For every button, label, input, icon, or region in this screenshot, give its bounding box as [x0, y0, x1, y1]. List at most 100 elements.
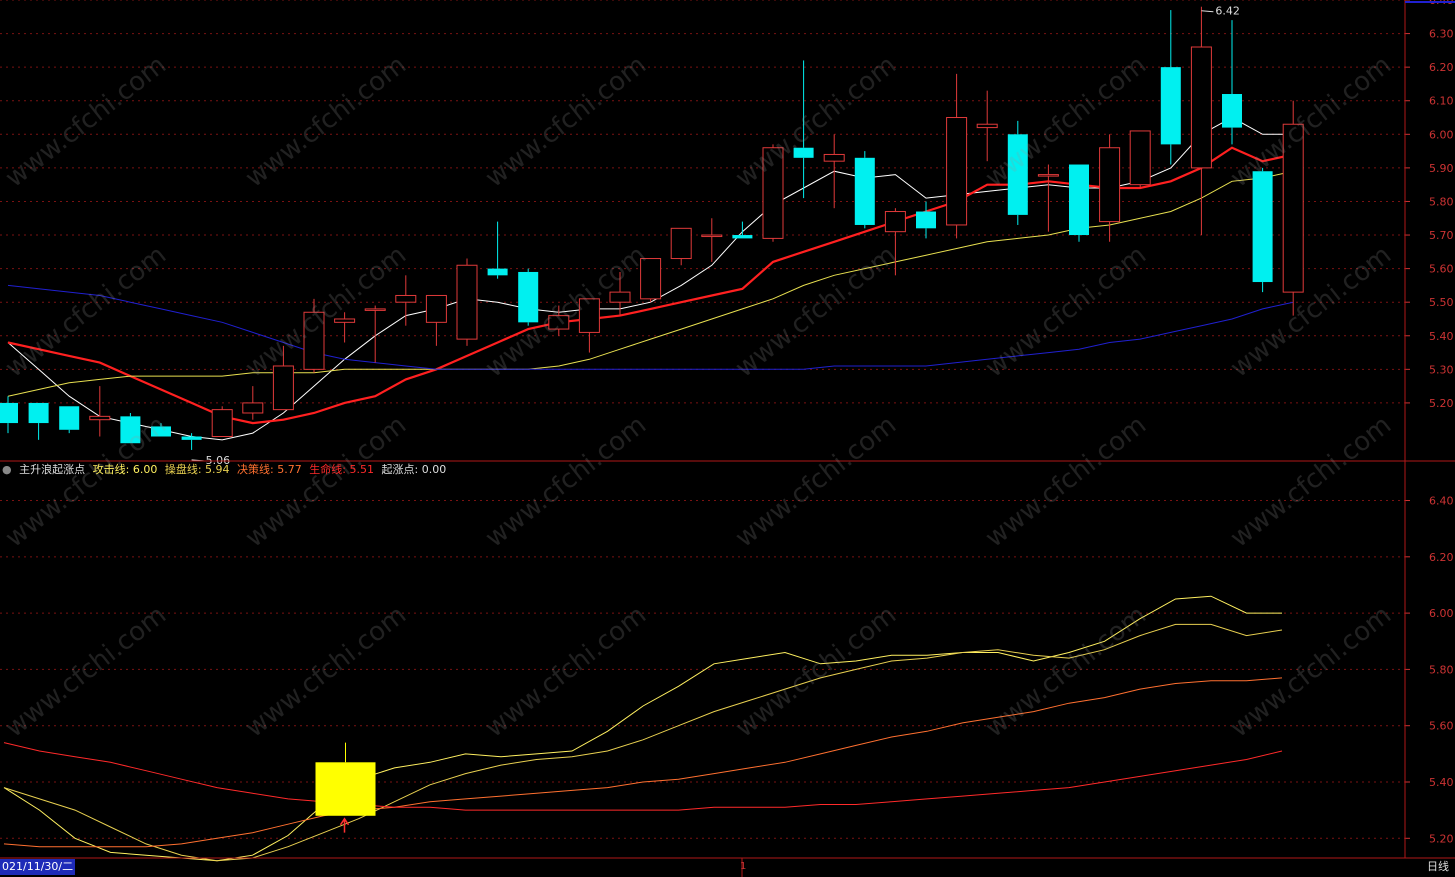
candle-body-up [946, 117, 968, 226]
annotation-label: 6.42 [1215, 5, 1240, 18]
main-tick-label: 5.80 [1429, 195, 1454, 208]
candle-body-up [578, 298, 600, 333]
candle-body-down [120, 416, 141, 444]
candle-body-up [395, 294, 417, 303]
candle-body-up [1282, 123, 1304, 293]
candle-body-down [28, 402, 49, 424]
candle-body-up [1129, 130, 1151, 186]
candle [242, 386, 264, 420]
candle [518, 268, 539, 326]
main-price-axis: 6.406.306.206.106.005.905.805.705.605.50… [1405, 0, 1454, 410]
candle-body-down [1007, 134, 1028, 215]
candle-body-up [242, 402, 264, 414]
indicator-title[interactable]: 主升浪起涨点 [19, 463, 85, 476]
main-tick-label: 6.00 [1429, 128, 1454, 141]
candle [548, 305, 570, 336]
candle [1007, 120, 1028, 225]
candle-body-down [1069, 164, 1089, 236]
candle [272, 345, 294, 411]
divider-mark: 1 [740, 861, 747, 872]
candle-body-up [89, 415, 111, 421]
candle-body-up [364, 308, 386, 311]
bottom-bar: 021/11/30/二 1 日线 [0, 858, 1455, 877]
main-tick-label: 6.30 [1429, 28, 1454, 41]
indicator-header: ● 主升浪起涨点 攻击线: 6.00 操盘线: 5.94 决策线: 5.77 生… [2, 462, 450, 478]
candle-body-up [456, 264, 478, 340]
main-tick-label: 5.30 [1429, 363, 1454, 376]
candle [364, 305, 386, 363]
indicator-line-1 [3, 623, 1283, 862]
candle-body-down [181, 436, 202, 440]
candle [151, 423, 171, 437]
candle [823, 134, 845, 209]
candle [120, 412, 141, 444]
stock-chart: 6.40 6.30 6.20 6.10 6.00 5.90 5.80 5.70 5.60 5.50… [0, 0, 1455, 877]
candle [1037, 164, 1059, 232]
indicator-tick-label: 5.20 [1429, 832, 1454, 845]
candle-body-down [1160, 67, 1181, 145]
cursor-date: 021/11/30/二 [0, 859, 76, 875]
candle-body-up [548, 315, 570, 330]
main-tick-label: 5.70 [1429, 229, 1454, 242]
main-tick-label: 5.90 [1429, 162, 1454, 175]
candle-body-up [1037, 174, 1059, 177]
candle-body-up [762, 147, 784, 239]
candle [0, 396, 18, 434]
candle [1069, 164, 1089, 242]
candle-body-up [272, 365, 294, 411]
candle-body-up [211, 409, 233, 437]
candle-body-up [670, 227, 692, 260]
candle-body-up [425, 294, 447, 323]
indicator-signal [315, 742, 376, 833]
period-selector[interactable]: 日线 [1427, 859, 1449, 875]
operate-line-label: 操盘线: [164, 463, 202, 476]
indicator-line-3 [3, 742, 1283, 811]
candle-body-down [487, 268, 508, 276]
main-tick-label: 5.20 [1429, 397, 1454, 410]
candle [1282, 100, 1304, 316]
main-candles [0, 6, 1304, 450]
indicator-line-0 [3, 595, 1282, 862]
candle-body-up [884, 211, 906, 233]
candle-body-down [854, 157, 875, 225]
candle [1222, 20, 1242, 145]
indicator-tick-label: 6.20 [1429, 551, 1454, 564]
candle [578, 298, 600, 353]
candle [976, 90, 998, 162]
candle [487, 221, 508, 279]
candle-body-down [151, 426, 171, 437]
indicator-tick-label: 5.80 [1429, 663, 1454, 676]
candle-body-up [701, 234, 723, 238]
candle [456, 258, 478, 346]
candle [181, 433, 202, 450]
candle-body-up [640, 258, 662, 300]
candle-body-up [1099, 147, 1121, 223]
candle [884, 208, 906, 276]
candle [28, 402, 49, 440]
indicator-tick-label: 5.40 [1429, 776, 1454, 789]
candle-body-down [59, 406, 80, 430]
life-line-label: 生命线: [309, 463, 346, 476]
candle [334, 312, 356, 343]
candle [395, 275, 417, 326]
indicator-line-2 [3, 677, 1283, 848]
candle [732, 221, 753, 239]
candle-body-down [0, 402, 18, 424]
main-tick-label: 6.10 [1429, 95, 1454, 108]
indicator-tick-label: 6.40 [1429, 495, 1454, 508]
candle-body-down [916, 211, 936, 229]
decision-line-value: 5.77 [277, 463, 302, 476]
candle [425, 294, 447, 346]
candle [946, 73, 968, 239]
candle-body-up [976, 123, 998, 129]
main-tick-label: 5.40 [1429, 330, 1454, 343]
indicator-panel-grid [0, 500, 1405, 839]
candle-body-up [609, 291, 631, 303]
candle [916, 201, 936, 239]
indicator-price-axis: 6.40 6.20 6.00 5.80 5.60 5.40 5.20 [1405, 495, 1454, 845]
circle-icon[interactable]: ● [2, 463, 12, 476]
candle-body-up [334, 318, 356, 323]
panel-frame [0, 0, 1455, 877]
candle [640, 258, 662, 303]
candle [670, 227, 692, 266]
